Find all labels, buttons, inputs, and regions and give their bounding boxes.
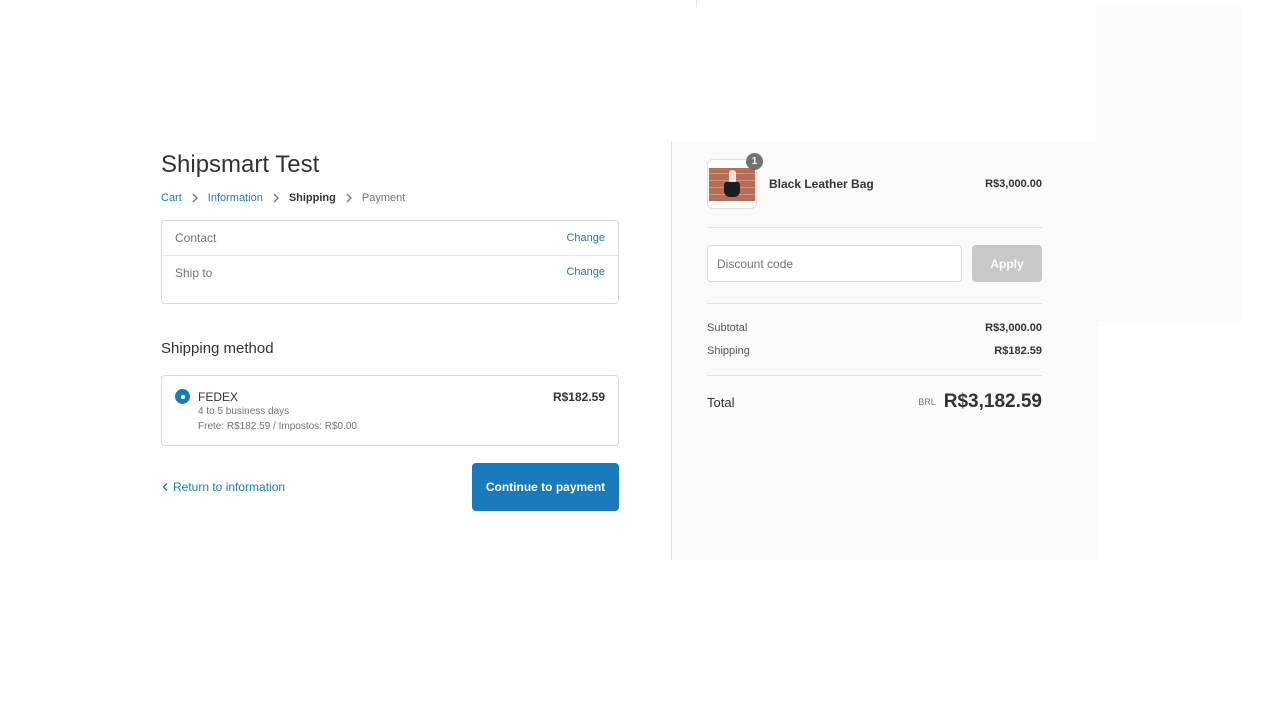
shipping-value: R$182.59 <box>994 345 1042 357</box>
total-value: R$3,182.59 <box>943 391 1042 412</box>
subtotal-line: Subtotal R$3,000.00 <box>707 322 1042 334</box>
review-contact-row: Contact Change <box>162 221 618 255</box>
shipping-method-price: R$182.59 <box>552 390 605 404</box>
discount-code-input[interactable] <box>707 245 962 282</box>
product-name: Black Leather Bag <box>769 177 874 191</box>
breadcrumb-cart[interactable]: Cart <box>161 192 182 204</box>
review-ship-to-row: Ship to Change <box>162 255 618 303</box>
subtotal-label: Subtotal <box>707 322 748 334</box>
currency-code: BRL <box>918 397 936 407</box>
radio-selected-icon[interactable] <box>175 389 190 404</box>
review-block: Contact Change Ship to Change <box>161 220 619 304</box>
change-contact-link[interactable]: Change <box>566 232 605 244</box>
divider <box>707 375 1042 376</box>
return-to-information-label: Return to information <box>173 480 286 494</box>
breadcrumb: Cart Information Shipping Payment <box>161 190 619 206</box>
breadcrumb-shipping: Shipping <box>288 192 336 204</box>
discount-form: Apply <box>707 245 1042 282</box>
background-strip <box>696 0 1244 7</box>
shipping-method-detail: Frete: R$182.59 / Impostos: R$0.00 <box>198 421 357 432</box>
quantity-badge: 1 <box>746 153 763 170</box>
total-label: Total <box>707 394 735 410</box>
product-price: R$3,000.00 <box>985 178 1042 190</box>
shipping-method-name: FEDEX <box>198 390 239 404</box>
product-image <box>709 168 755 201</box>
step-actions: Return to information Continue to paymen… <box>161 463 619 511</box>
contact-label: Contact <box>175 231 217 245</box>
apply-discount-button[interactable]: Apply <box>972 245 1042 282</box>
divider <box>707 227 1042 228</box>
chevron-right-icon <box>192 193 198 203</box>
shipping-method-days: 4 to 5 business days <box>198 406 290 417</box>
background-panel <box>1096 7 1243 321</box>
checkout-page: Shipsmart Test Cart Information Shipping… <box>0 0 1280 720</box>
shipping-label: Shipping <box>707 345 750 357</box>
chevron-left-icon <box>162 483 168 491</box>
product-thumbnail: 1 <box>707 153 763 209</box>
total-line: Total BRL R$3,182.59 <box>707 391 1042 413</box>
shipping-line: Shipping R$182.59 <box>707 345 1042 357</box>
checkout-main: Shipsmart Test Cart Information Shipping… <box>161 150 619 511</box>
breadcrumb-payment: Payment <box>361 192 406 204</box>
return-to-information-link[interactable]: Return to information <box>161 480 285 494</box>
shipping-method-option[interactable]: FEDEX 4 to 5 business days Frete: R$182.… <box>161 375 619 446</box>
shipping-method-title: Shipping method <box>161 340 274 357</box>
order-summary: 1 Black Leather Bag R$3,000.00 Apply Sub… <box>671 141 1097 560</box>
divider <box>707 303 1042 304</box>
change-ship-to-link[interactable]: Change <box>566 266 605 278</box>
continue-to-payment-button[interactable]: Continue to payment <box>472 463 619 511</box>
chevron-right-icon <box>346 193 352 203</box>
ship-to-label: Ship to <box>175 266 213 280</box>
product-line: 1 Black Leather Bag R$3,000.00 <box>707 153 1042 209</box>
chevron-right-icon <box>273 193 279 203</box>
shop-title: Shipsmart Test <box>161 151 320 178</box>
total-amount-group: BRL R$3,182.59 <box>918 391 1042 413</box>
subtotal-value: R$3,000.00 <box>985 322 1042 334</box>
breadcrumb-information[interactable]: Information <box>208 192 263 204</box>
